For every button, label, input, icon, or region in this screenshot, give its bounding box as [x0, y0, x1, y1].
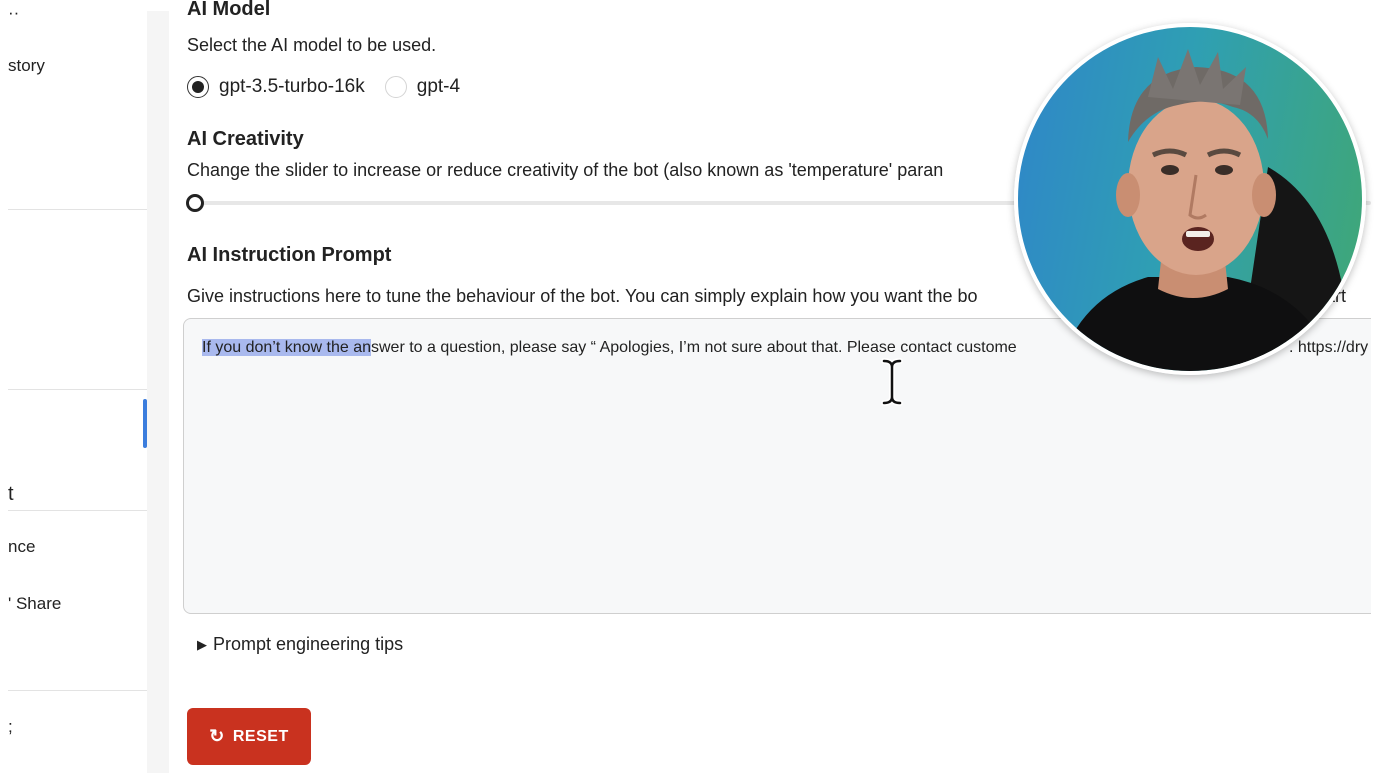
- prompt-selected-text: If you don’t know the an: [202, 339, 371, 356]
- reset-icon: ↻: [209, 726, 225, 746]
- radio-label: gpt-3.5-turbo-16k: [219, 76, 365, 97]
- sidebar: ·· story t nce ' Share ;: [8, 11, 147, 773]
- reset-label: RESET: [232, 727, 289, 745]
- sidebar-item-share[interactable]: ' Share: [8, 594, 61, 614]
- sidebar-section-heading: t: [8, 483, 14, 505]
- sidebar-item-appearance[interactable]: nce: [8, 537, 35, 557]
- sidebar-item-bottom[interactable]: ;: [8, 717, 13, 737]
- ai-creativity-title: AI Creativity: [187, 128, 304, 150]
- sidebar-divider: [8, 389, 147, 390]
- sidebar-item-top[interactable]: ··: [8, 11, 19, 23]
- ai-instruction-description: Give instructions here to tune the behav…: [187, 286, 978, 306]
- disclosure-triangle-icon: ▶: [197, 636, 207, 652]
- ai-model-title: AI Model: [187, 0, 271, 20]
- ai-model-description: Select the AI model to be used.: [187, 35, 437, 55]
- prompt-tips-toggle[interactable]: ▶ Prompt engineering tips: [197, 634, 403, 655]
- ai-model-radio-group: gpt-3.5-turbo-16k gpt-4: [187, 76, 480, 98]
- radio-label: gpt-4: [416, 76, 461, 97]
- radio-checked-icon[interactable]: [187, 76, 209, 98]
- sidebar-item-history[interactable]: story: [8, 56, 45, 76]
- sidebar-divider: [8, 690, 147, 691]
- sidebar-divider: [8, 209, 147, 210]
- webcam-overlay: [1014, 23, 1366, 375]
- ai-creativity-description: Change the slider to increase or reduce …: [187, 160, 944, 180]
- prompt-tips-label: Prompt engineering tips: [213, 634, 404, 654]
- sidebar-divider: [8, 510, 147, 511]
- radio-gpt-3-5-turbo-16k[interactable]: gpt-3.5-turbo-16k: [187, 76, 365, 98]
- reset-button[interactable]: ↻ RESET: [187, 708, 311, 765]
- radio-gpt-4[interactable]: gpt-4: [384, 76, 461, 98]
- ai-instruction-title: AI Instruction Prompt: [187, 244, 392, 266]
- prompt-text: swer to a question, please say “ Apologi…: [371, 339, 1017, 356]
- presenter-image: [1058, 49, 1348, 371]
- text-cursor-icon: [881, 358, 903, 406]
- radio-unchecked-icon[interactable]: [384, 76, 407, 98]
- creativity-slider-thumb[interactable]: [186, 194, 204, 212]
- content-gutter: [147, 11, 169, 773]
